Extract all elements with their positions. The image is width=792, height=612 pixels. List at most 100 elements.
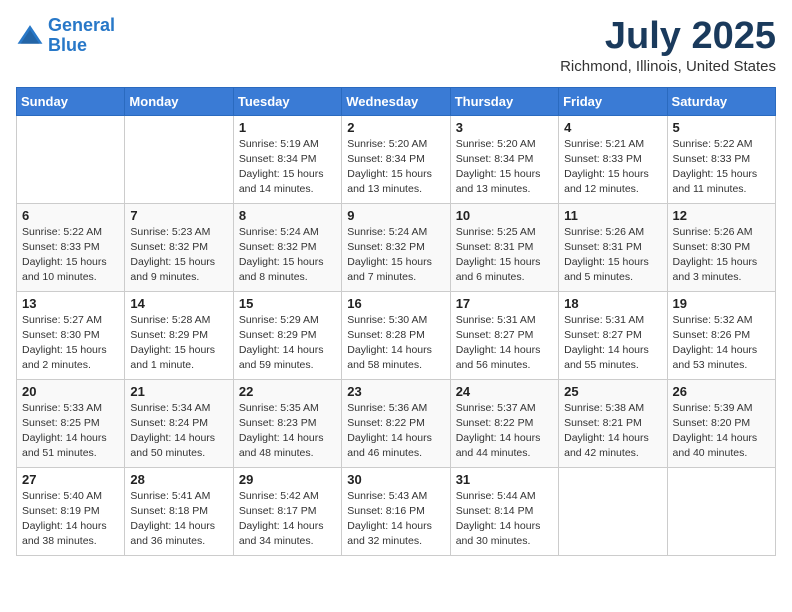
day-number: 5 — [673, 120, 770, 135]
calendar-cell: 21Sunrise: 5:34 AM Sunset: 8:24 PM Dayli… — [125, 379, 233, 467]
calendar-cell: 11 Sunrise: 5:26 AM Sunset: 8:31 PM Dayli… — [559, 203, 667, 291]
col-header-thursday: Thursday — [450, 87, 558, 115]
calendar-cell: 19 Sunrise: 5:32 AM Sunset: 8:26 PM Dayli… — [667, 291, 775, 379]
day-info: Sunrise: 5:32 AM Sunset: 8:26 PM Dayligh… — [673, 313, 770, 374]
day-info: Sunrise: 5:40 AM Sunset: 8:19 PM Dayligh… — [22, 489, 119, 550]
day-info: Sunrise: 5:31 AM Sunset: 8:27 PM Dayligh… — [564, 313, 661, 374]
calendar-cell: 14 Sunrise: 5:28 AM Sunset: 8:29 PM Dayli… — [125, 291, 233, 379]
day-number: 24 — [456, 384, 553, 399]
page-header: General Blue July 2025 Richmond, Illinoi… — [16, 16, 776, 75]
calendar-cell: 24 Sunrise: 5:37 AM Sunset: 8:22 PM Dayli… — [450, 379, 558, 467]
col-header-friday: Friday — [559, 87, 667, 115]
day-info: Sunrise: 5:36 AM Sunset: 8:22 PM Dayligh… — [347, 401, 444, 462]
day-info: Sunrise: 5:43 AM Sunset: 8:16 PM Dayligh… — [347, 489, 444, 550]
col-header-sunday: Sunday — [17, 87, 125, 115]
calendar-week-row: 6 Sunrise: 5:22 AM Sunset: 8:33 PM Daylig… — [17, 203, 776, 291]
calendar-cell: 1Sunrise: 5:19 AM Sunset: 8:34 PM Daylig… — [233, 115, 341, 203]
calendar-cell: 6 Sunrise: 5:22 AM Sunset: 8:33 PM Daylig… — [17, 203, 125, 291]
day-info: Sunrise: 5:26 AM Sunset: 8:31 PM Dayligh… — [564, 225, 661, 286]
day-number: 25 — [564, 384, 661, 399]
day-info: Sunrise: 5:23 AM Sunset: 8:32 PM Dayligh… — [130, 225, 227, 286]
calendar-cell — [667, 467, 775, 555]
logo: General Blue — [16, 16, 115, 56]
day-info: Sunrise: 5:41 AM Sunset: 8:18 PM Dayligh… — [130, 489, 227, 550]
day-info: Sunrise: 5:25 AM Sunset: 8:31 PM Dayligh… — [456, 225, 553, 286]
calendar-cell: 18 Sunrise: 5:31 AM Sunset: 8:27 PM Dayli… — [559, 291, 667, 379]
calendar-cell — [559, 467, 667, 555]
day-number: 29 — [239, 472, 336, 487]
calendar-cell: 17 Sunrise: 5:31 AM Sunset: 8:27 PM Dayli… — [450, 291, 558, 379]
day-info: Sunrise: 5:38 AM Sunset: 8:21 PM Dayligh… — [564, 401, 661, 462]
logo-general: General — [48, 15, 115, 35]
calendar-cell: 25 Sunrise: 5:38 AM Sunset: 8:21 PM Dayli… — [559, 379, 667, 467]
day-number: 11 — [564, 208, 661, 223]
calendar-header-row: SundayMondayTuesdayWednesdayThursdayFrid… — [17, 87, 776, 115]
day-info: Sunrise: 5:35 AM Sunset: 8:23 PM Dayligh… — [239, 401, 336, 462]
day-number: 3 — [456, 120, 553, 135]
calendar-cell: 15 Sunrise: 5:29 AM Sunset: 8:29 PM Dayli… — [233, 291, 341, 379]
day-info: Sunrise: 5:29 AM Sunset: 8:29 PM Dayligh… — [239, 313, 336, 374]
calendar-cell: 16 Sunrise: 5:30 AM Sunset: 8:28 PM Dayli… — [342, 291, 450, 379]
calendar-cell: 13 Sunrise: 5:27 AM Sunset: 8:30 PM Dayli… — [17, 291, 125, 379]
logo-icon — [16, 22, 44, 50]
calendar-cell: 10Sunrise: 5:25 AM Sunset: 8:31 PM Dayli… — [450, 203, 558, 291]
day-number: 19 — [673, 296, 770, 311]
day-number: 15 — [239, 296, 336, 311]
month-year-title: July 2025 — [560, 16, 776, 58]
day-number: 16 — [347, 296, 444, 311]
day-number: 18 — [564, 296, 661, 311]
calendar-cell: 29Sunrise: 5:42 AM Sunset: 8:17 PM Dayli… — [233, 467, 341, 555]
day-number: 14 — [130, 296, 227, 311]
day-info: Sunrise: 5:20 AM Sunset: 8:34 PM Dayligh… — [347, 137, 444, 198]
calendar-cell: 12 Sunrise: 5:26 AM Sunset: 8:30 PM Dayli… — [667, 203, 775, 291]
day-info: Sunrise: 5:19 AM Sunset: 8:34 PM Dayligh… — [239, 137, 336, 198]
calendar-cell: 4Sunrise: 5:21 AM Sunset: 8:33 PM Daylig… — [559, 115, 667, 203]
day-info: Sunrise: 5:20 AM Sunset: 8:34 PM Dayligh… — [456, 137, 553, 198]
day-info: Sunrise: 5:30 AM Sunset: 8:28 PM Dayligh… — [347, 313, 444, 374]
calendar-cell: 22Sunrise: 5:35 AM Sunset: 8:23 PM Dayli… — [233, 379, 341, 467]
calendar-cell: 30Sunrise: 5:43 AM Sunset: 8:16 PM Dayli… — [342, 467, 450, 555]
day-info: Sunrise: 5:22 AM Sunset: 8:33 PM Dayligh… — [673, 137, 770, 198]
day-info: Sunrise: 5:39 AM Sunset: 8:20 PM Dayligh… — [673, 401, 770, 462]
day-info: Sunrise: 5:27 AM Sunset: 8:30 PM Dayligh… — [22, 313, 119, 374]
title-block: July 2025 Richmond, Illinois, United Sta… — [560, 16, 776, 75]
calendar-cell: 5 Sunrise: 5:22 AM Sunset: 8:33 PM Daylig… — [667, 115, 775, 203]
calendar-cell: 27 Sunrise: 5:40 AM Sunset: 8:19 PM Dayli… — [17, 467, 125, 555]
day-info: Sunrise: 5:28 AM Sunset: 8:29 PM Dayligh… — [130, 313, 227, 374]
day-info: Sunrise: 5:31 AM Sunset: 8:27 PM Dayligh… — [456, 313, 553, 374]
day-info: Sunrise: 5:26 AM Sunset: 8:30 PM Dayligh… — [673, 225, 770, 286]
day-number: 21 — [130, 384, 227, 399]
day-number: 27 — [22, 472, 119, 487]
day-number: 17 — [456, 296, 553, 311]
calendar-week-row: 20Sunrise: 5:33 AM Sunset: 8:25 PM Dayli… — [17, 379, 776, 467]
calendar-week-row: 13 Sunrise: 5:27 AM Sunset: 8:30 PM Dayli… — [17, 291, 776, 379]
calendar-cell: 7Sunrise: 5:23 AM Sunset: 8:32 PM Daylig… — [125, 203, 233, 291]
calendar-week-row: 1Sunrise: 5:19 AM Sunset: 8:34 PM Daylig… — [17, 115, 776, 203]
location-subtitle: Richmond, Illinois, United States — [560, 58, 776, 75]
day-number: 13 — [22, 296, 119, 311]
day-info: Sunrise: 5:24 AM Sunset: 8:32 PM Dayligh… — [347, 225, 444, 286]
col-header-monday: Monday — [125, 87, 233, 115]
day-number: 23 — [347, 384, 444, 399]
calendar-cell: 9Sunrise: 5:24 AM Sunset: 8:32 PM Daylig… — [342, 203, 450, 291]
calendar-table: SundayMondayTuesdayWednesdayThursdayFrid… — [16, 87, 776, 556]
day-number: 26 — [673, 384, 770, 399]
day-info: Sunrise: 5:44 AM Sunset: 8:14 PM Dayligh… — [456, 489, 553, 550]
col-header-saturday: Saturday — [667, 87, 775, 115]
day-number: 28 — [130, 472, 227, 487]
day-number: 12 — [673, 208, 770, 223]
logo-text: General Blue — [48, 16, 115, 56]
calendar-week-row: 27 Sunrise: 5:40 AM Sunset: 8:19 PM Dayli… — [17, 467, 776, 555]
calendar-cell: 8Sunrise: 5:24 AM Sunset: 8:32 PM Daylig… — [233, 203, 341, 291]
calendar-cell: 23 Sunrise: 5:36 AM Sunset: 8:22 PM Dayli… — [342, 379, 450, 467]
col-header-wednesday: Wednesday — [342, 87, 450, 115]
calendar-cell: 28 Sunrise: 5:41 AM Sunset: 8:18 PM Dayli… — [125, 467, 233, 555]
day-number: 2 — [347, 120, 444, 135]
day-info: Sunrise: 5:22 AM Sunset: 8:33 PM Dayligh… — [22, 225, 119, 286]
day-info: Sunrise: 5:37 AM Sunset: 8:22 PM Dayligh… — [456, 401, 553, 462]
calendar-cell: 2 Sunrise: 5:20 AM Sunset: 8:34 PM Daylig… — [342, 115, 450, 203]
day-info: Sunrise: 5:24 AM Sunset: 8:32 PM Dayligh… — [239, 225, 336, 286]
calendar-cell: 20Sunrise: 5:33 AM Sunset: 8:25 PM Dayli… — [17, 379, 125, 467]
calendar-cell — [17, 115, 125, 203]
day-number: 6 — [22, 208, 119, 223]
